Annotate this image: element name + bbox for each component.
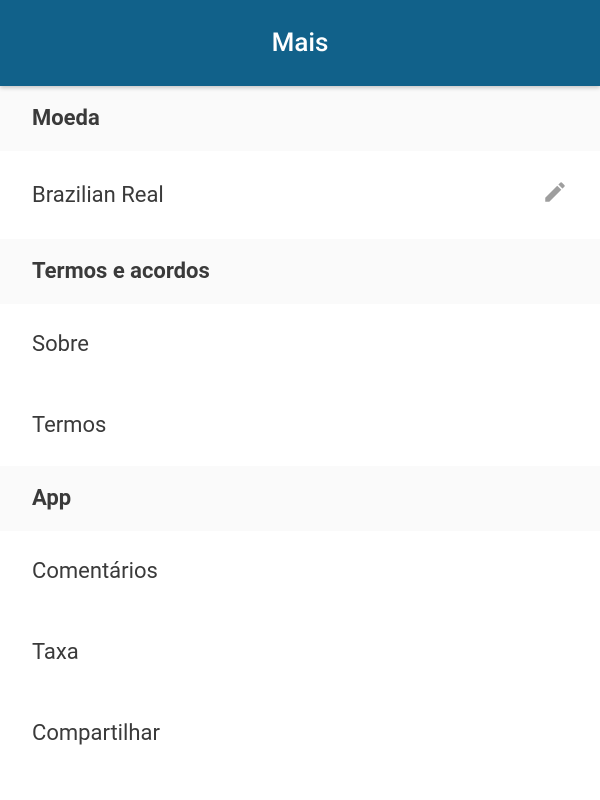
pencil-icon[interactable] bbox=[542, 179, 568, 211]
section-header-app: App bbox=[0, 466, 600, 531]
app-header: Mais bbox=[0, 0, 600, 86]
list-item-share[interactable]: Compartilhar bbox=[0, 693, 600, 774]
list-item-comments-label: Comentários bbox=[32, 559, 568, 584]
list-item-terms[interactable]: Termos bbox=[0, 385, 600, 466]
list-item-share-label: Compartilhar bbox=[32, 721, 568, 746]
list-item-currency[interactable]: Brazilian Real bbox=[0, 151, 600, 239]
page-title: Mais bbox=[272, 28, 329, 58]
list-item-rate-label: Taxa bbox=[32, 640, 568, 665]
list-item-comments[interactable]: Comentários bbox=[0, 531, 600, 612]
section-header-terms: Termos e acordos bbox=[0, 239, 600, 304]
list-item-currency-label: Brazilian Real bbox=[32, 183, 542, 208]
section-header-currency: Moeda bbox=[0, 86, 600, 151]
list-item-about[interactable]: Sobre bbox=[0, 304, 600, 385]
list-item-terms-label: Termos bbox=[32, 413, 568, 438]
list-item-about-label: Sobre bbox=[32, 332, 568, 357]
list-item-rate[interactable]: Taxa bbox=[0, 612, 600, 693]
section-header-currency-label: Moeda bbox=[32, 106, 100, 131]
section-header-app-label: App bbox=[32, 486, 71, 511]
section-header-terms-label: Termos e acordos bbox=[32, 259, 210, 284]
